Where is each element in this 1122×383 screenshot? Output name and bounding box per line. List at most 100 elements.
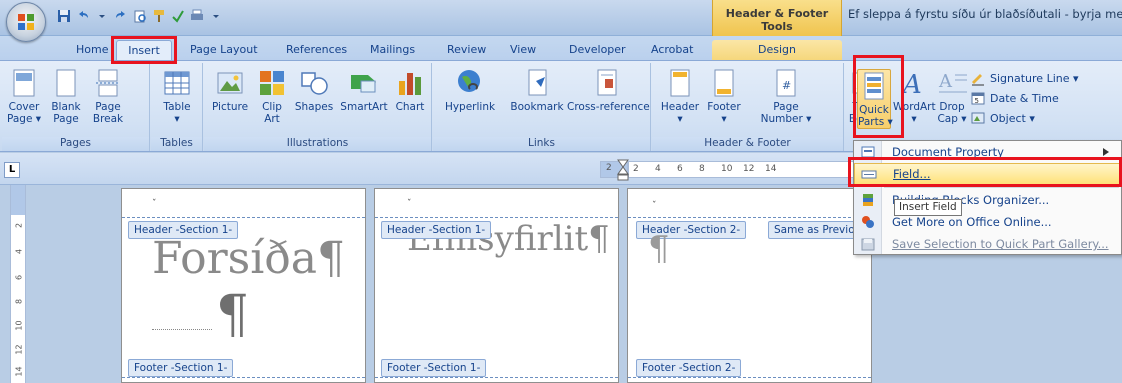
insert-field-tooltip: Insert Field <box>894 199 962 216</box>
quick-parts-icon <box>864 72 884 100</box>
blank-page-button[interactable]: Blank Page <box>48 67 84 125</box>
customize-qat-icon[interactable] <box>208 8 224 24</box>
smartart-button[interactable]: SmartArt <box>338 67 390 113</box>
office-online-icon <box>862 216 874 228</box>
chart-icon <box>399 73 421 95</box>
table-button[interactable]: Table ▾ <box>159 67 195 125</box>
document-page-2[interactable]: ˇ Efnisyfirlit¶ Header -Section 1- Foote… <box>374 188 619 383</box>
cross-reference-icon <box>597 69 617 96</box>
ruler-tick: 2 <box>606 163 612 173</box>
header-button[interactable]: Header ▾ <box>660 67 700 125</box>
tab-mailings[interactable]: Mailings <box>370 40 415 60</box>
footer-button[interactable]: Footer ▾ <box>704 67 744 125</box>
redo-icon[interactable] <box>113 8 129 24</box>
vertical-ruler-margin <box>11 185 25 215</box>
svg-text:#: # <box>782 79 791 92</box>
hyperlink-button[interactable]: Hyperlink <box>439 67 501 113</box>
svg-text:A: A <box>938 71 953 92</box>
clip-art-icon <box>260 71 284 95</box>
page-number-button[interactable]: # Page Number ▾ <box>754 67 818 125</box>
tab-acrobat[interactable]: Acrobat <box>651 40 693 60</box>
group-label-header-footer: Header & Footer <box>652 137 843 151</box>
cover-page-button[interactable]: Cover Page ▾ <box>6 67 42 125</box>
tab-home[interactable]: Home <box>76 40 108 60</box>
format-painter-icon[interactable] <box>151 8 167 24</box>
menu-item-document-property[interactable]: Document Property <box>854 141 1121 163</box>
ruler-tick: 10 <box>721 164 733 174</box>
page-break-icon <box>96 69 120 97</box>
header-cursor: ˇ <box>652 201 657 211</box>
spelling-icon[interactable] <box>170 8 186 24</box>
page-break-button[interactable]: Page Break <box>90 67 126 125</box>
cross-reference-button[interactable]: Cross-reference <box>567 67 650 113</box>
group-label-pages: Pages <box>2 137 149 151</box>
signature-line-icon <box>972 74 984 86</box>
date-time-button[interactable]: 5 Date & Time <box>970 89 1059 107</box>
svg-text:A: A <box>901 70 922 99</box>
tab-view[interactable]: View <box>510 40 536 60</box>
chart-button[interactable]: Chart <box>392 67 428 113</box>
tab-developer[interactable]: Developer <box>569 40 626 60</box>
document-page-1[interactable]: ˇ Header -Section 1- Forsíða¶ ¶ Footer -… <box>121 188 366 383</box>
quick-parts-menu: Document Property Field... Building Bloc… <box>853 140 1122 255</box>
quick-parts-button[interactable]: Quick Parts ▾ <box>857 69 893 129</box>
object-icon <box>971 112 985 124</box>
footer-boundary <box>375 377 618 378</box>
hyperlink-globe-icon <box>458 70 480 92</box>
tab-insert[interactable]: Insert <box>116 40 172 60</box>
header-boundary <box>375 217 618 218</box>
drop-cap-icon: A <box>938 71 967 93</box>
footer-boundary <box>628 377 871 378</box>
signature-line-button[interactable]: Signature Line ▾ <box>970 69 1079 87</box>
calendar-icon: 5 <box>971 92 985 105</box>
ribbon: Cover Page ▾ Blank Page Page Break Pages Ta… <box>0 60 1122 152</box>
tab-review[interactable]: Review <box>447 40 486 60</box>
ruler-tick: 14 <box>14 366 24 377</box>
indent-marker-icon[interactable] <box>617 159 629 181</box>
quick-print-icon[interactable] <box>189 8 205 24</box>
picture-icon <box>217 72 243 94</box>
horizontal-ruler[interactable]: 2 4 6 8 10 12 14 <box>628 161 858 178</box>
save-icon[interactable] <box>56 8 72 24</box>
save-selection-icon <box>861 238 875 251</box>
blank-page-icon <box>56 69 76 97</box>
shapes-icon <box>301 72 328 95</box>
document-property-icon <box>861 146 875 158</box>
shapes-button[interactable]: Shapes <box>294 67 334 113</box>
document-page-3[interactable]: ˇ Header -Section 2- Same as Previous ¶ … <box>627 188 873 383</box>
footer-section-tag: Footer -Section 1- <box>381 359 487 377</box>
header-section-tag: Header -Section 1- <box>381 221 492 239</box>
tab-stop-selector[interactable]: L <box>4 162 20 178</box>
smartart-icon <box>351 75 376 93</box>
page-number-icon: # <box>776 69 796 97</box>
wordart-button[interactable]: A WordArt ▾ <box>893 67 936 125</box>
menu-separator <box>884 187 1119 188</box>
group-text: A TextBox ▾ QuickParts ▾ A WordArt▾ A Dr… <box>845 63 1122 151</box>
vertical-ruler[interactable]: 2 4 6 8 10 12 14 <box>10 185 26 383</box>
group-label-tables: Tables <box>151 137 202 151</box>
drop-cap-button[interactable]: A Drop Cap ▾ <box>937 67 967 125</box>
ruler-tick: 14 <box>765 164 777 174</box>
quick-access-toolbar <box>56 6 224 26</box>
page-body-text[interactable]: Forsíða¶ <box>152 233 345 284</box>
tab-references[interactable]: References <box>286 40 347 60</box>
ruler-tick: 8 <box>699 164 705 174</box>
table-icon <box>164 71 190 95</box>
office-button[interactable] <box>6 2 46 42</box>
group-label-links: Links <box>433 137 650 151</box>
menu-item-field[interactable]: Field... <box>854 163 1121 185</box>
object-button[interactable]: Object ▾ <box>970 109 1035 127</box>
group-label-illustrations: Illustrations <box>204 137 431 151</box>
tab-design[interactable]: Design <box>712 40 842 60</box>
field-icon <box>861 170 877 179</box>
print-preview-icon[interactable] <box>132 8 148 24</box>
dropdown-arrow-icon[interactable] <box>94 8 110 24</box>
group-tables: Table ▾ Tables <box>151 63 203 151</box>
building-blocks-icon <box>863 194 873 206</box>
clip-art-button[interactable]: Clip Art <box>256 67 288 125</box>
tab-page-layout[interactable]: Page Layout <box>190 40 258 60</box>
bookmark-button[interactable]: Bookmark <box>507 67 567 113</box>
undo-icon[interactable] <box>75 8 91 24</box>
picture-button[interactable]: Picture <box>210 67 250 113</box>
ruler-tick: 4 <box>14 248 24 255</box>
